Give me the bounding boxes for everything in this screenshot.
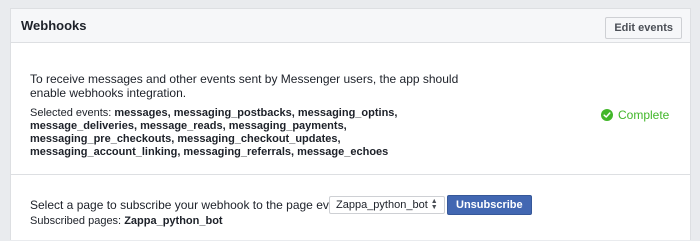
events-section: To receive messages and other events sen… [11, 43, 690, 175]
panel-header: Webhooks Edit events [11, 9, 690, 43]
selected-events-label: Selected events: [30, 107, 112, 119]
unsubscribe-button[interactable]: Unsubscribe [447, 195, 532, 215]
subscribed-pages-label: Subscribed pages: [30, 215, 122, 227]
select-arrows-icon: ▲ ▼ [430, 198, 438, 211]
status-text: Complete [618, 108, 670, 122]
edit-events-button[interactable]: Edit events [605, 17, 682, 39]
subscribe-prompt: Select a page to subscribe your webhook … [30, 198, 352, 212]
status-indicator: Complete [601, 108, 669, 122]
check-circle-icon [601, 109, 613, 121]
subscription-section: Select a page to subscribe your webhook … [11, 175, 690, 241]
page-select-value: Zappa_python_bot [336, 199, 428, 211]
intro-text: To receive messages and other events sen… [30, 72, 459, 100]
panel-title: Webhooks [21, 18, 87, 33]
page-select[interactable]: Zappa_python_bot ▲ ▼ [329, 196, 445, 214]
subscribed-pages: Subscribed pages: Zappa_python_bot [30, 215, 223, 227]
subscribed-page-name: Zappa_python_bot [124, 215, 223, 227]
selected-events: Selected events: messages, messaging_pos… [30, 107, 480, 159]
webhooks-panel: Webhooks Edit events To receive messages… [10, 8, 691, 240]
